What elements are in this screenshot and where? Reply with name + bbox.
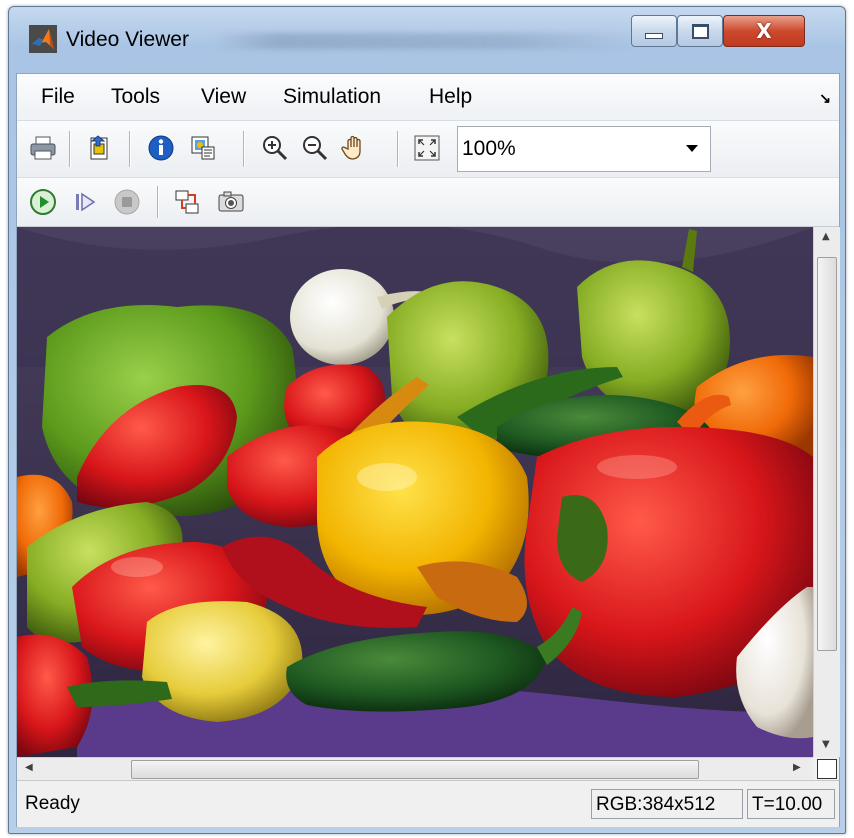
scroll-right-arrow-icon[interactable]: ▶ [793,762,801,773]
toolbar-separator [397,131,399,167]
highlight-signal-icon[interactable] [173,188,201,216]
maximize-button[interactable] [677,15,723,47]
zoom-in-icon[interactable] [261,134,289,162]
vertical-scrollbar[interactable]: ▲ ▼ [813,227,840,757]
status-bar: Ready RGB:384x512 T=10.00 [17,780,839,827]
blurred-title-text [214,33,634,49]
toolbar-separator [243,131,245,167]
toolbar-separator [69,131,71,167]
menu-tools[interactable]: Tools [111,85,160,109]
time-cell: T=10.00 [747,789,835,819]
video-viewer-window: Video Viewer X File Tools View Simulatio… [8,6,846,834]
fit-to-view-icon[interactable] [413,134,441,162]
menu-bar: File Tools View Simulation Help ↘ [17,74,839,121]
info-icon[interactable] [147,134,175,162]
zoom-level-select[interactable]: 100% [457,126,711,172]
export-icon[interactable] [85,134,113,162]
dropdown-arrow-icon[interactable] [686,145,698,152]
step-forward-icon[interactable] [71,188,99,216]
toolbar-separator [129,131,131,167]
menu-simulation[interactable]: Simulation [283,85,381,109]
stop-icon[interactable] [113,188,141,216]
snapshot-icon[interactable] [217,188,245,216]
scrollbar-corner [813,757,839,779]
menu-file[interactable]: File [41,85,75,109]
playback-toolbar [17,178,839,227]
menu-dock-arrow-icon[interactable]: ↘ [819,90,831,107]
menu-help[interactable]: Help [429,85,472,109]
title-bar[interactable]: Video Viewer X [9,7,845,73]
status-text: Ready [25,793,80,814]
minimize-button[interactable] [631,15,677,47]
play-icon[interactable] [29,188,57,216]
properties-icon[interactable] [189,134,217,162]
scroll-up-arrow-icon[interactable]: ▲ [822,231,830,242]
corner-box [817,759,837,779]
print-icon[interactable] [29,134,57,162]
maximize-icon [691,23,709,39]
main-toolbar: 100% [17,121,839,178]
image-info-cell: RGB:384x512 [591,789,743,819]
pan-icon[interactable] [341,133,369,161]
close-icon: X [756,19,772,43]
zoom-out-icon[interactable] [301,134,329,162]
scroll-down-arrow-icon[interactable]: ▼ [822,739,830,750]
zoom-level-value: 100% [462,137,516,160]
toolbar-separator [157,186,159,218]
video-frame-image [17,227,813,757]
video-display[interactable] [17,227,813,757]
scroll-left-arrow-icon[interactable]: ◀ [25,762,33,773]
close-button[interactable]: X [723,15,805,47]
vertical-scroll-thumb[interactable] [817,257,837,651]
window-title: Video Viewer [66,28,189,51]
minimize-icon [645,33,663,39]
horizontal-scrollbar[interactable]: ◀ ▶ [17,757,813,780]
menu-view[interactable]: View [201,85,246,109]
matlab-icon [29,25,57,53]
window-content: File Tools View Simulation Help ↘ 100% ▲… [16,73,840,827]
horizontal-scroll-thumb[interactable] [131,760,699,779]
